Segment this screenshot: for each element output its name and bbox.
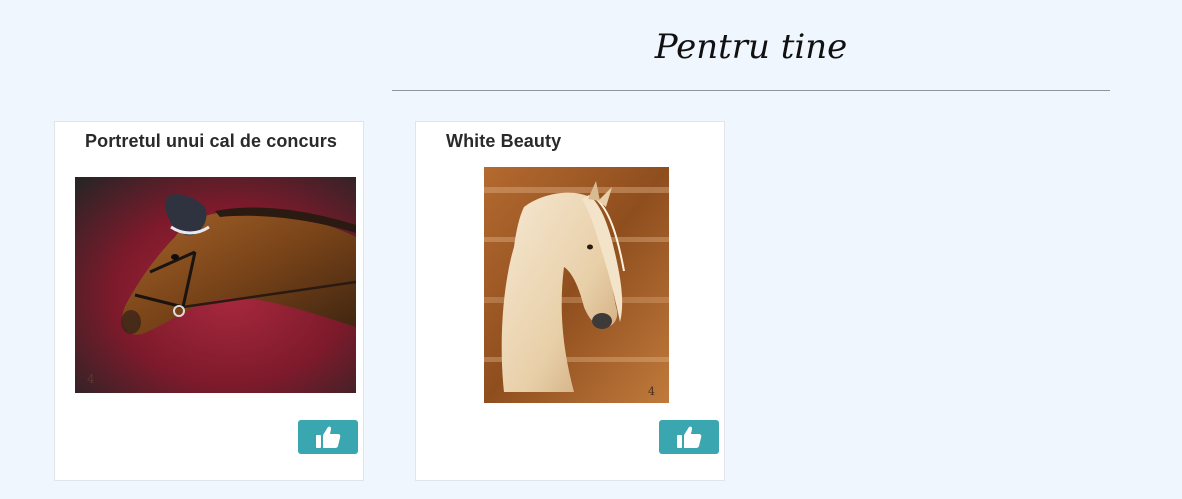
like-button[interactable] (659, 420, 719, 454)
white-horse-painting-icon[interactable]: 4 (484, 167, 669, 403)
section-title: Pentru tine (654, 27, 848, 67)
section-divider (392, 90, 1110, 91)
card-title[interactable]: Portretul unui cal de concurs (85, 131, 337, 152)
like-button[interactable] (298, 420, 358, 454)
svg-text:4: 4 (87, 372, 95, 386)
card-title[interactable]: White Beauty (446, 131, 561, 152)
thumbs-up-icon (316, 426, 341, 448)
artwork-card[interactable]: Portretul unui cal de concurs 4 (54, 121, 364, 481)
horse-portrait-painting-icon[interactable]: 4 (75, 177, 356, 393)
artwork-card[interactable]: White Beauty 4 (415, 121, 725, 481)
thumbs-up-icon (677, 426, 702, 448)
svg-text:4: 4 (648, 385, 655, 398)
